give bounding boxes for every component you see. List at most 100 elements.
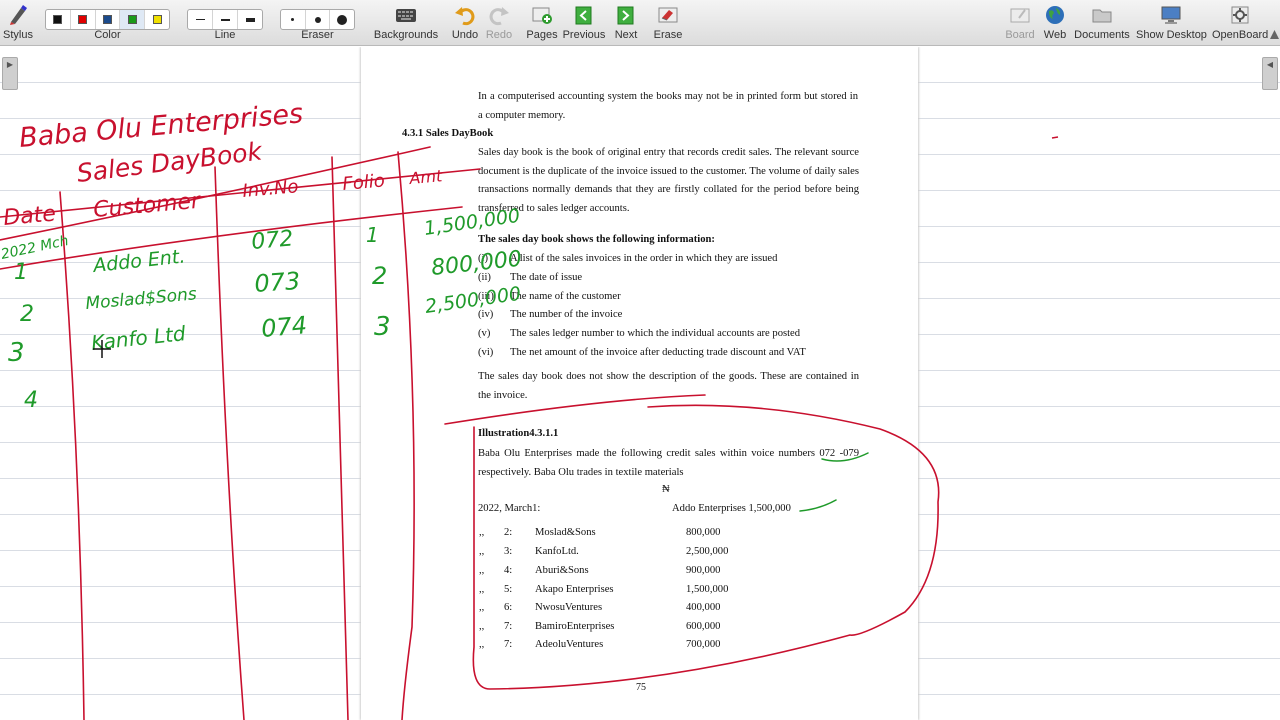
page-number: 75	[636, 682, 646, 693]
list-item-text: The number of the invoice	[510, 309, 623, 320]
keyboard-grid-icon	[396, 9, 416, 22]
openboard-label: OpenBoard	[1212, 29, 1269, 41]
color-palette	[45, 9, 170, 30]
backgrounds-button[interactable]: Backgrounds	[372, 0, 440, 46]
color-green-swatch[interactable]	[120, 10, 146, 29]
add-page-icon	[532, 7, 552, 24]
gear-icon	[1231, 6, 1249, 24]
line-width-palette	[187, 9, 263, 30]
table-row: ,, 7: AdeoluVentures 700,000	[471, 639, 791, 655]
info-heading: The sales day book shows the following i…	[478, 234, 715, 245]
next-label: Next	[614, 29, 638, 41]
previous-page-button[interactable]: Previous	[562, 0, 606, 46]
color-black-swatch[interactable]	[46, 10, 71, 29]
stylus-button[interactable]: Stylus	[2, 0, 34, 46]
backgrounds-label: Backgrounds	[373, 29, 439, 41]
table-row: ,, 7: BamiroEnterprises 600,000	[471, 621, 791, 637]
sale-day: 6:	[504, 602, 513, 613]
line-thin-button[interactable]	[188, 10, 213, 29]
list-item-number: (iii)	[478, 291, 494, 302]
color-label: Color	[94, 29, 121, 41]
illustration-heading: Illustration4.3.1.1	[478, 428, 559, 439]
erase-label: Erase	[653, 29, 683, 41]
sale-day: 3:	[504, 546, 513, 557]
chevron-up-icon	[1270, 30, 1279, 39]
next-page-button[interactable]: Next	[610, 0, 642, 46]
left-palette-toggle[interactable]: ▶	[2, 57, 18, 90]
board-icon	[1010, 8, 1030, 23]
web-label: Web	[1043, 29, 1067, 41]
list-item-text: A list of the sales invoices in the orde…	[510, 253, 778, 264]
line-thick-button[interactable]	[238, 10, 262, 29]
ditto-marks: ,,	[479, 565, 485, 576]
table-row: ,, 3: KanfoLtd. 2,500,000	[471, 546, 791, 562]
ruled-background-left	[0, 47, 361, 720]
sale-day: 4:	[504, 565, 513, 576]
stylus-label: Stylus	[3, 29, 33, 41]
stylus-icon	[10, 5, 27, 25]
list-item-number: (i)	[478, 253, 488, 264]
list-item-text: The date of issue	[510, 272, 583, 283]
document-page: In a computerised accounting system the …	[361, 47, 918, 720]
erase-button[interactable]: Erase	[650, 0, 686, 46]
arrow-right-icon: ▶	[6, 60, 14, 69]
table-row: ,, 2: Moslad&Sons 800,000	[471, 527, 791, 543]
board-canvas[interactable]: ▶ ◀ In a computerised accounting system …	[0, 47, 1280, 720]
sales-daybook-paragraph: Sales day book is the book of original e…	[478, 147, 859, 214]
sale-customer: BamiroEnterprises	[535, 621, 615, 632]
pages-label: Pages	[526, 29, 558, 41]
first-sale-date: 2022, March1:	[478, 503, 541, 514]
sale-customer: Moslad&Sons	[535, 527, 596, 538]
sale-customer: Akapo Enterprises	[535, 584, 614, 595]
redo-arrow-icon	[489, 7, 509, 26]
sale-amount: 800,000	[686, 527, 721, 538]
sale-amount: 700,000	[686, 639, 721, 650]
documents-button[interactable]: Documents	[1074, 0, 1130, 46]
line-medium-button[interactable]	[213, 10, 238, 29]
first-sale-entry: Addo Enterprises 1,500,000	[672, 503, 791, 514]
eraser-medium-button[interactable]	[306, 10, 331, 29]
color-blue-swatch[interactable]	[96, 10, 121, 29]
erase-page-icon	[658, 7, 678, 23]
ditto-marks: ,,	[479, 527, 485, 538]
ditto-marks: ,,	[479, 621, 485, 632]
ditto-marks: ,,	[479, 639, 485, 650]
color-red-swatch[interactable]	[71, 10, 96, 29]
illustration-paragraph: Baba Olu Enterprises made the following …	[478, 448, 859, 478]
sale-day: 7:	[504, 639, 513, 650]
description-paragraph: The sales day book does not show the des…	[478, 371, 859, 401]
globe-icon	[1046, 6, 1064, 24]
undo-arrow-icon	[455, 7, 475, 26]
show-desktop-button[interactable]: Show Desktop	[1136, 0, 1207, 46]
documents-label: Documents	[1074, 29, 1130, 41]
sale-day: 7:	[504, 621, 513, 632]
list-item-text: The net amount of the invoice after dedu…	[510, 347, 806, 358]
board-button[interactable]: Board	[1003, 0, 1037, 46]
line-label: Line	[214, 29, 236, 41]
openboard-menu-button[interactable]: OpenBoard	[1212, 0, 1268, 46]
monitor-icon	[1161, 6, 1181, 24]
redo-button[interactable]: Redo	[484, 0, 514, 46]
ditto-marks: ,,	[479, 602, 485, 613]
list-item-number: (ii)	[478, 272, 491, 283]
sale-customer: KanfoLtd.	[535, 546, 579, 557]
sale-amount: 2,500,000	[686, 546, 729, 557]
sale-amount: 1,500,000	[686, 584, 729, 595]
sale-amount: 600,000	[686, 621, 721, 632]
web-button[interactable]: Web	[1040, 0, 1070, 46]
eraser-size-palette	[280, 9, 355, 30]
eraser-small-button[interactable]	[281, 10, 306, 29]
undo-button[interactable]: Undo	[450, 0, 480, 46]
pages-button[interactable]: Pages	[526, 0, 558, 46]
collapse-toolbar-button[interactable]	[1268, 0, 1280, 46]
eraser-large-button[interactable]	[330, 10, 354, 29]
eraser-label: Eraser	[301, 29, 334, 41]
board-label: Board	[1005, 29, 1035, 41]
currency-symbol: ₦	[662, 484, 670, 495]
folder-icon	[1092, 9, 1112, 23]
right-palette-toggle[interactable]: ◀	[1262, 57, 1278, 90]
list-item-number: (v)	[478, 328, 491, 339]
sale-day: 5:	[504, 584, 513, 595]
color-yellow-swatch[interactable]	[145, 10, 169, 29]
sale-amount: 900,000	[686, 565, 721, 576]
